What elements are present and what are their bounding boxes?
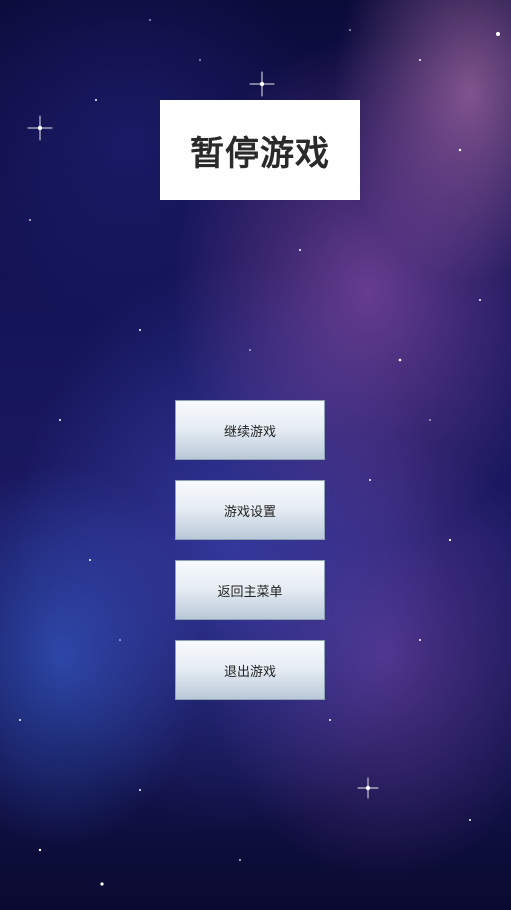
star: [139, 789, 141, 791]
star: [479, 299, 481, 301]
star: [139, 329, 141, 331]
star: [458, 148, 462, 152]
resume-game-button[interactable]: 继续游戏: [175, 400, 325, 460]
pause-title-box: 暂停游戏: [160, 100, 360, 200]
star: [29, 219, 31, 221]
star: [95, 99, 97, 101]
star: [199, 59, 201, 61]
star: [119, 639, 121, 641]
star: [249, 349, 251, 351]
star: [419, 639, 421, 641]
star: [239, 859, 241, 861]
star: [349, 29, 351, 31]
star: [369, 479, 371, 481]
pause-title: 暂停游戏: [190, 133, 330, 174]
star: [59, 419, 61, 421]
star: [469, 819, 471, 821]
star: [398, 358, 402, 362]
star: [329, 719, 331, 721]
star: [89, 559, 91, 561]
star: [299, 249, 301, 251]
star: [448, 538, 452, 542]
game-settings-button[interactable]: 游戏设置: [175, 480, 325, 540]
star: [496, 32, 500, 36]
star: [419, 59, 421, 61]
star: [100, 882, 104, 886]
star: [149, 19, 151, 21]
star: [19, 719, 21, 721]
main-menu-button[interactable]: 返回主菜单: [175, 560, 325, 620]
star: [38, 848, 42, 852]
star: [429, 419, 431, 421]
quit-game-button[interactable]: 退出游戏: [175, 640, 325, 700]
